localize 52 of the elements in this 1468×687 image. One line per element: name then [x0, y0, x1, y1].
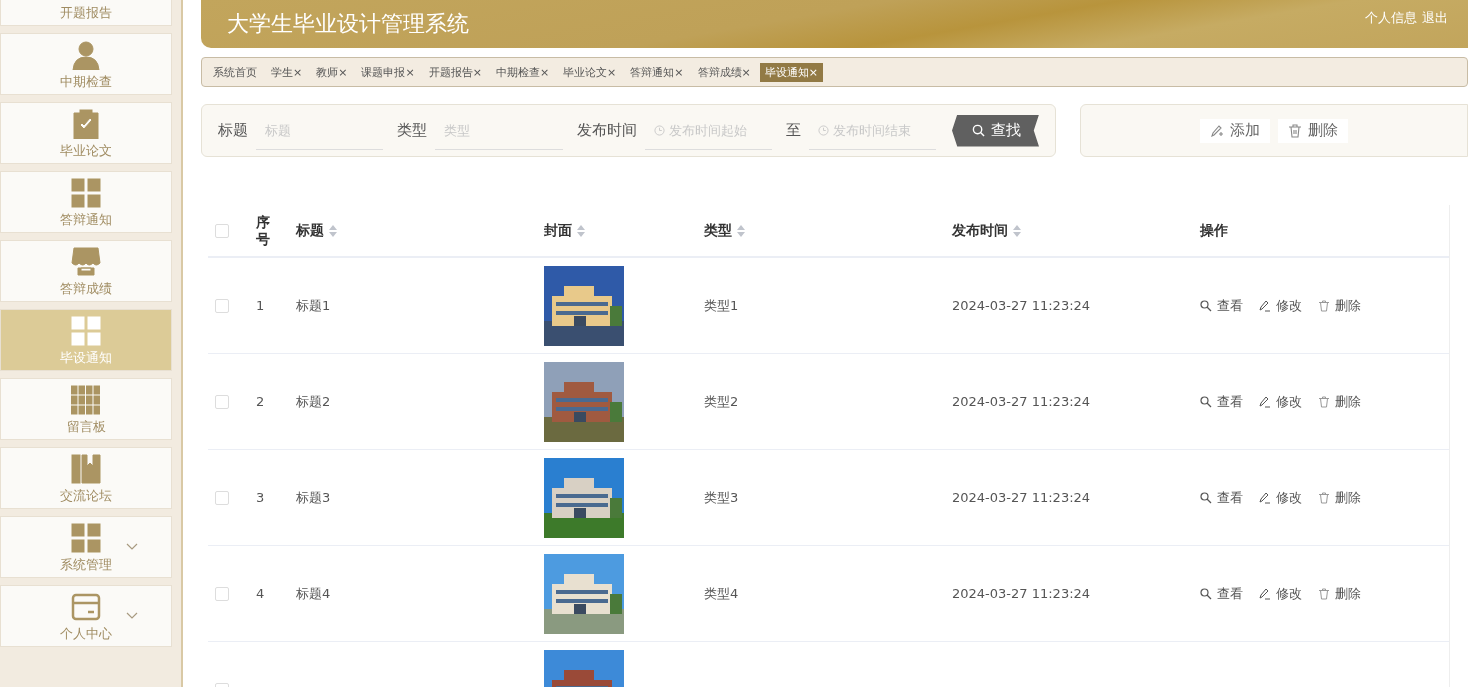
- table-cell: 标题1: [296, 296, 331, 315]
- delete-link[interactable]: 删除: [1318, 584, 1361, 603]
- column-header[interactable]: 序号: [256, 213, 271, 248]
- column-header[interactable]: 类型: [704, 221, 732, 240]
- tab[interactable]: 毕设通知×: [759, 62, 823, 82]
- table-cell: 类型3: [704, 488, 739, 507]
- table-cell: 标题4: [296, 584, 331, 603]
- table-cell: 类型2: [704, 392, 739, 411]
- column-header[interactable]: 标题: [296, 221, 324, 240]
- table-cell: 3: [256, 490, 265, 505]
- table-cell: 2024-03-27 11:23:24: [952, 490, 1091, 505]
- table-cell: 2024-03-27 11:23:24: [952, 586, 1091, 601]
- delete-link[interactable]: 删除: [1318, 392, 1361, 411]
- tab[interactable]: 开题报告×: [423, 62, 487, 82]
- column-header[interactable]: 发布时间: [952, 221, 1008, 240]
- tab[interactable]: 教师×: [311, 62, 353, 82]
- table-cell: 1: [256, 298, 265, 313]
- table-cell: 4: [256, 586, 265, 601]
- column-header[interactable]: 操作: [1200, 221, 1228, 240]
- table-cell: 标题3: [296, 488, 331, 507]
- table-cell: 2024-03-27 11:23:24: [952, 394, 1091, 409]
- tab[interactable]: 课题申报×: [356, 62, 420, 82]
- field-label: 标题: [218, 121, 248, 140]
- edit-link[interactable]: 修改: [1259, 392, 1302, 411]
- table-cell: 类型4: [704, 584, 739, 603]
- tab[interactable]: 学生×: [266, 62, 308, 82]
- field-label: 发布时间: [576, 121, 637, 140]
- tab[interactable]: 中期检查×: [490, 62, 555, 82]
- delete-button[interactable]: 删除: [1278, 118, 1348, 143]
- edit-link[interactable]: 修改: [1259, 296, 1302, 315]
- view-link[interactable]: 查看: [1200, 392, 1243, 411]
- table-cell: 2: [256, 394, 265, 409]
- view-link[interactable]: 查看: [1200, 488, 1243, 507]
- table-cell: 2024-03-27 11:23:24: [952, 298, 1091, 313]
- view-link[interactable]: 查看: [1200, 296, 1243, 315]
- search-button[interactable]: 查找: [952, 114, 1039, 147]
- field-label: 类型: [397, 121, 428, 140]
- tab[interactable]: 毕业论文×: [558, 62, 622, 82]
- add-button[interactable]: 添加: [1200, 118, 1270, 143]
- edit-link[interactable]: 修改: [1259, 488, 1302, 507]
- view-link[interactable]: 查看: [1200, 584, 1243, 603]
- tab[interactable]: 答辩通知×: [625, 62, 689, 82]
- delete-link[interactable]: 删除: [1318, 296, 1361, 315]
- app-title: 大学生毕业设计管理系统: [227, 10, 469, 38]
- edit-link[interactable]: 修改: [1259, 584, 1302, 603]
- table-cell: 标题2: [296, 392, 331, 411]
- tab[interactable]: 系统首页: [208, 62, 262, 82]
- delete-link[interactable]: 删除: [1318, 488, 1361, 507]
- field-label: 至: [785, 121, 801, 140]
- column-header[interactable]: 封面: [544, 221, 572, 240]
- tab[interactable]: 答辩成绩×: [692, 62, 756, 82]
- table-cell: 类型1: [704, 296, 739, 315]
